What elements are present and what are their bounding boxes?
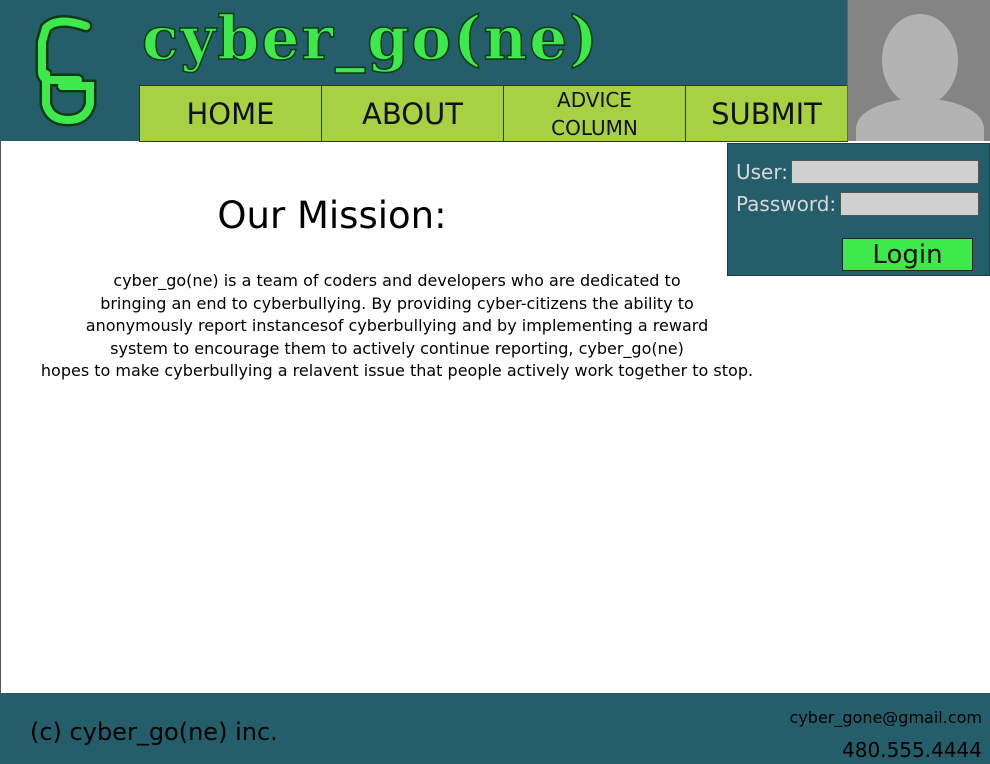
nav-advice-column[interactable]: ADVICE COLUMN [504, 86, 686, 141]
mission-line: hopes to make cyberbullying a relavent i… [40, 361, 754, 380]
user-silhouette-icon [856, 14, 984, 141]
header: cyber_go(ne) HOME ABOUT ADVICE COLUMN SU… [0, 0, 990, 142]
password-input[interactable] [840, 192, 979, 216]
site-title: cyber_go(ne) [141, 3, 600, 75]
avatar[interactable] [847, 0, 990, 141]
nav-submit[interactable]: SUBMIT [686, 86, 847, 141]
contact-phone: 480.555.4444 [842, 738, 982, 762]
login-button[interactable]: Login [842, 238, 973, 271]
nav-home[interactable]: HOME [140, 86, 322, 141]
user-label: User: [736, 160, 788, 184]
mission-line: system to encourage them to actively con… [110, 338, 684, 358]
password-label: Password: [736, 192, 837, 216]
copyright-text: (c) cyber_go(ne) inc. [30, 718, 278, 746]
cg-monogram-icon[interactable] [28, 12, 108, 130]
page-title: Our Mission: [217, 194, 447, 237]
login-panel: User: Password: Login [727, 143, 990, 276]
mission-line: cyber_go(ne) is a team of coders and dev… [113, 271, 681, 290]
user-input[interactable] [791, 160, 979, 184]
main-nav: HOME ABOUT ADVICE COLUMN SUBMIT [139, 85, 848, 142]
contact-email[interactable]: cyber_gone@gmail.com [790, 708, 982, 728]
mission-paragraph: cyber_go(ne) is a team of coders and dev… [0, 270, 794, 383]
mission-line: anonymously report instancesof cyberbull… [85, 316, 709, 335]
mission-line: bringing an end to cyberbullying. By pro… [100, 293, 694, 313]
nav-about[interactable]: ABOUT [322, 86, 504, 141]
